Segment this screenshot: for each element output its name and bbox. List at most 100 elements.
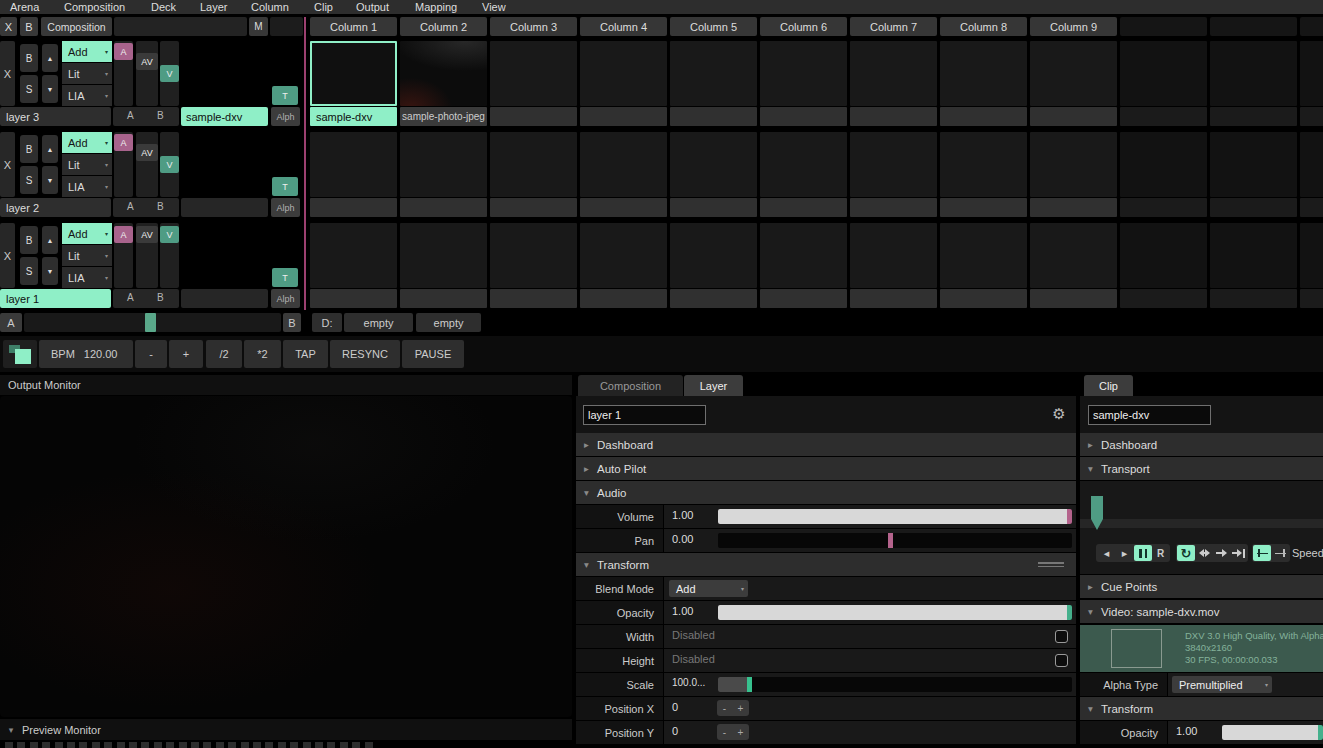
tab-clip[interactable]: Clip <box>1084 375 1133 396</box>
empty-clip-label[interactable] <box>490 198 577 217</box>
random-frame-button[interactable]: R <box>1153 545 1168 561</box>
empty-clip-label[interactable] <box>1210 289 1297 308</box>
composition-x-button[interactable]: X <box>0 17 17 36</box>
scale-slider-handle[interactable] <box>747 677 752 692</box>
column-header-9[interactable]: Column 9 <box>1030 17 1117 36</box>
play-once-button[interactable] <box>1213 545 1229 561</box>
empty-clip-label[interactable] <box>850 107 937 126</box>
empty-clip-label[interactable] <box>1120 107 1207 126</box>
empty-clip-label[interactable] <box>760 198 847 217</box>
position-x-stepper[interactable]: -+ <box>717 700 749 716</box>
video-button[interactable]: V <box>160 156 179 173</box>
alpha-chip[interactable]: Alph <box>271 198 300 217</box>
volume-slider-handle[interactable] <box>1067 509 1072 524</box>
crossfader-a-assign[interactable]: A <box>127 292 134 303</box>
preview-monitor-header[interactable]: ▾ Preview Monitor <box>0 719 572 740</box>
crossfader-d-button[interactable]: D: <box>312 313 342 332</box>
layer-param3-dropdown[interactable]: LIA▾ <box>62 85 112 106</box>
empty-clip-cell[interactable] <box>490 132 577 197</box>
crossfader-b-assign[interactable]: B <box>157 292 164 303</box>
bpm-div2-button[interactable]: /2 <box>206 340 242 368</box>
empty-clip-cell[interactable] <box>310 132 397 197</box>
empty-clip-cell[interactable] <box>400 132 487 197</box>
empty-clip-cell[interactable] <box>1210 223 1297 288</box>
loop-button[interactable]: ↻ <box>1177 545 1195 561</box>
bpm-mul2-button[interactable]: *2 <box>244 340 281 368</box>
empty-clip-label[interactable] <box>400 289 487 308</box>
empty-clip-cell[interactable] <box>1030 223 1117 288</box>
bpm-mode-button[interactable] <box>1272 545 1289 561</box>
blend-mode-dropdown[interactable]: Add▾ <box>669 580 748 597</box>
clip-section-dashboard[interactable]: ▸Dashboard <box>1080 433 1323 456</box>
transition-button[interactable]: T <box>272 177 298 196</box>
menu-composition[interactable]: Composition <box>64 1 125 13</box>
empty-clip-cell[interactable] <box>940 41 1027 106</box>
volume-slider[interactable] <box>718 509 1072 524</box>
clip-section-transform[interactable]: ▾Transform <box>1080 697 1323 720</box>
section-transform[interactable]: ▾Transform <box>576 553 1076 576</box>
empty-clip-cell[interactable] <box>760 41 847 106</box>
empty-clip-label[interactable] <box>310 289 397 308</box>
crossfader-handle[interactable] <box>145 313 156 332</box>
layer-deactivate-button[interactable]: X <box>0 41 15 106</box>
empty-clip-cell[interactable] <box>1300 223 1323 288</box>
tab-composition[interactable]: Composition <box>578 375 683 396</box>
crossfader-track[interactable] <box>24 313 281 332</box>
layer-deactivate-button[interactable]: X <box>0 223 15 288</box>
layer-blend-dropdown[interactable]: Add▾ <box>62 132 112 153</box>
menu-mapping[interactable]: Mapping <box>415 1 457 13</box>
empty-clip-label[interactable] <box>1030 198 1117 217</box>
clip-opacity-slider-handle[interactable] <box>1318 725 1323 740</box>
video-button[interactable]: V <box>160 65 179 82</box>
layer-down-button[interactable]: ▼ <box>42 257 58 285</box>
crossfader-a-assign[interactable]: A <box>127 110 134 121</box>
empty-clip-label[interactable] <box>1300 289 1323 308</box>
layer-param3-dropdown[interactable]: LIA▾ <box>62 176 112 197</box>
empty-clip-label[interactable] <box>1300 198 1323 217</box>
menu-clip[interactable]: Clip <box>314 1 333 13</box>
clip-label[interactable]: sample-dxv <box>310 107 397 126</box>
active-clip-chip[interactable]: sample-dxv <box>181 107 268 126</box>
layer-up-button[interactable]: ▲ <box>42 44 58 72</box>
column-header-7[interactable]: Column 7 <box>850 17 937 36</box>
position-y-value[interactable]: 0 <box>672 725 678 737</box>
crossfader-a-button[interactable]: A <box>0 313 22 332</box>
crossfader-b-assign[interactable]: B <box>157 201 164 212</box>
empty-clip-label[interactable] <box>1210 198 1297 217</box>
tap-button[interactable]: TAP <box>283 340 328 368</box>
layer-name[interactable]: layer 3 <box>0 107 111 126</box>
empty-clip-label[interactable] <box>850 198 937 217</box>
metronome-icon[interactable] <box>3 340 37 368</box>
empty-clip-cell[interactable] <box>760 223 847 288</box>
empty-clip-label[interactable] <box>670 289 757 308</box>
empty-clip-cell[interactable] <box>940 223 1027 288</box>
empty-clip-cell[interactable] <box>1300 41 1323 106</box>
layer-name[interactable]: layer 1 <box>0 289 111 308</box>
volume-value[interactable]: 1.00 <box>672 509 693 521</box>
layer-param2-dropdown[interactable]: Lit▾ <box>62 154 112 175</box>
empty-clip-cell[interactable] <box>1030 41 1117 106</box>
alpha-type-dropdown[interactable]: Premultiplied▾ <box>1172 676 1272 693</box>
opacity-slider-handle[interactable] <box>1067 605 1072 620</box>
position-y-stepper[interactable]: -+ <box>717 724 749 740</box>
menu-column[interactable]: Column <box>251 1 289 13</box>
empty-clip-label[interactable] <box>490 289 577 308</box>
empty-clip-cell[interactable] <box>670 223 757 288</box>
menu-layer[interactable]: Layer <box>200 1 228 13</box>
height-checkbox[interactable] <box>1055 654 1068 667</box>
layer-name[interactable]: layer 2 <box>0 198 111 217</box>
empty-clip-cell[interactable] <box>490 41 577 106</box>
alpha-chip[interactable]: Alph <box>271 107 300 126</box>
empty-clip-cell[interactable] <box>850 132 937 197</box>
empty-clip-cell[interactable] <box>670 41 757 106</box>
audiovideo-button[interactable]: AV <box>136 144 158 161</box>
composition-b-button[interactable]: B <box>20 17 38 36</box>
clip-section-cue-points[interactable]: ▸Cue Points <box>1080 575 1323 598</box>
clip-label[interactable]: sample-photo-jpeg <box>400 107 487 126</box>
opacity-slider[interactable] <box>718 605 1072 620</box>
column-header-3[interactable]: Column 3 <box>490 17 577 36</box>
layer-blend-dropdown[interactable]: Add▾ <box>62 223 112 244</box>
drag-handle-icon[interactable] <box>1038 560 1064 569</box>
menu-view[interactable]: View <box>482 1 506 13</box>
column-header-5[interactable]: Column 5 <box>670 17 757 36</box>
